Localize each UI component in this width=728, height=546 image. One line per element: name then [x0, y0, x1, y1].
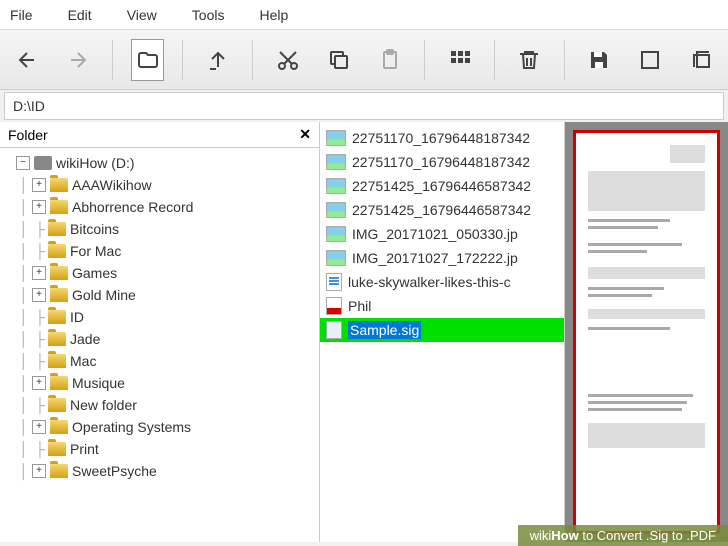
- tree-item[interactable]: │├Print: [0, 438, 319, 460]
- menu-file[interactable]: File: [10, 7, 33, 23]
- tree-item[interactable]: │+Operating Systems: [0, 416, 319, 438]
- folder-button[interactable]: [131, 39, 165, 81]
- folder-icon: [48, 332, 66, 346]
- paste-button[interactable]: [373, 39, 406, 81]
- copy-button[interactable]: [322, 39, 355, 81]
- tree-item[interactable]: │├Mac: [0, 350, 319, 372]
- save-button[interactable]: [583, 39, 616, 81]
- tree-item[interactable]: │+Games: [0, 262, 319, 284]
- file-list-panel: 22751170_1679644818734222751170_16796448…: [320, 122, 565, 542]
- folder-icon: [48, 442, 66, 456]
- separator: [182, 40, 183, 80]
- folder-icon: [48, 398, 66, 412]
- folder-icon: [48, 354, 66, 368]
- main-area: Folder ✕ −wikiHow (D:)│+AAAWikihow│+Abho…: [0, 122, 728, 542]
- folder-icon: [50, 178, 68, 192]
- tree-item[interactable]: │+SweetPsyche: [0, 460, 319, 482]
- window-button[interactable]: [634, 39, 667, 81]
- tree-item[interactable]: │+Gold Mine: [0, 284, 319, 306]
- path-bar[interactable]: D:\ID: [4, 92, 724, 120]
- menu-view[interactable]: View: [127, 7, 157, 23]
- folder-icon: [50, 200, 68, 214]
- file-item[interactable]: Sample.sig: [320, 318, 564, 342]
- close-icon[interactable]: ✕: [299, 126, 311, 143]
- folder-tree: −wikiHow (D:)│+AAAWikihow│+Abhorrence Re…: [0, 148, 319, 542]
- folder-panel-title: Folder: [8, 127, 48, 143]
- preview-document: [573, 130, 720, 534]
- tree-item[interactable]: │+Musique: [0, 372, 319, 394]
- cut-button[interactable]: [271, 39, 304, 81]
- file-item[interactable]: 22751170_16796448187342: [320, 150, 564, 174]
- drive-icon: [34, 156, 52, 170]
- img-icon: [326, 226, 346, 242]
- toolbar: [0, 30, 728, 90]
- menu-tools[interactable]: Tools: [192, 7, 225, 23]
- img-icon: [326, 202, 346, 218]
- forward-button[interactable]: [61, 39, 94, 81]
- folder-icon: [50, 464, 68, 478]
- file-item[interactable]: 22751170_16796448187342: [320, 126, 564, 150]
- grid-view-button[interactable]: [443, 39, 476, 81]
- tree-item[interactable]: │├ID: [0, 306, 319, 328]
- tree-item[interactable]: │+Abhorrence Record: [0, 196, 319, 218]
- tree-item[interactable]: │├Bitcoins: [0, 218, 319, 240]
- img-icon: [326, 178, 346, 194]
- separator: [424, 40, 425, 80]
- menu-edit[interactable]: Edit: [68, 7, 92, 23]
- folder-icon: [48, 310, 66, 324]
- file-item[interactable]: 22751425_16796446587342: [320, 174, 564, 198]
- tree-item[interactable]: │├New folder: [0, 394, 319, 416]
- file-item[interactable]: IMG_20171021_050330.jp: [320, 222, 564, 246]
- separator: [564, 40, 565, 80]
- file-item[interactable]: 22751425_16796446587342: [320, 198, 564, 222]
- folder-icon: [48, 244, 66, 258]
- menu-help[interactable]: Help: [259, 7, 288, 23]
- folder-panel: Folder ✕ −wikiHow (D:)│+AAAWikihow│+Abho…: [0, 122, 320, 542]
- separator: [252, 40, 253, 80]
- img-icon: [326, 154, 346, 170]
- tree-root[interactable]: −wikiHow (D:): [0, 152, 319, 174]
- img-icon: [326, 250, 346, 266]
- txt-icon: [326, 321, 342, 339]
- folder-icon: [50, 376, 68, 390]
- folder-icon: [50, 420, 68, 434]
- file-item[interactable]: IMG_20171027_172222.jp: [320, 246, 564, 270]
- doc-icon: [326, 273, 342, 291]
- separator: [494, 40, 495, 80]
- delete-button[interactable]: [513, 39, 546, 81]
- pdf-icon: [326, 297, 342, 315]
- watermark: wikiHow to Convert .Sig to .PDF: [518, 525, 728, 546]
- preview-panel: [565, 122, 728, 542]
- back-button[interactable]: [10, 39, 43, 81]
- up-button[interactable]: [201, 39, 234, 81]
- folder-panel-header: Folder ✕: [0, 122, 319, 148]
- layers-button[interactable]: [685, 39, 718, 81]
- tree-item[interactable]: │├For Mac: [0, 240, 319, 262]
- img-icon: [326, 130, 346, 146]
- separator: [112, 40, 113, 80]
- file-item[interactable]: Phil: [320, 294, 564, 318]
- tree-item[interactable]: │├Jade: [0, 328, 319, 350]
- tree-item[interactable]: │+AAAWikihow: [0, 174, 319, 196]
- folder-icon: [50, 288, 68, 302]
- folder-icon: [48, 222, 66, 236]
- file-item[interactable]: luke-skywalker-likes-this-c: [320, 270, 564, 294]
- menubar: File Edit View Tools Help: [0, 0, 728, 30]
- folder-icon: [50, 266, 68, 280]
